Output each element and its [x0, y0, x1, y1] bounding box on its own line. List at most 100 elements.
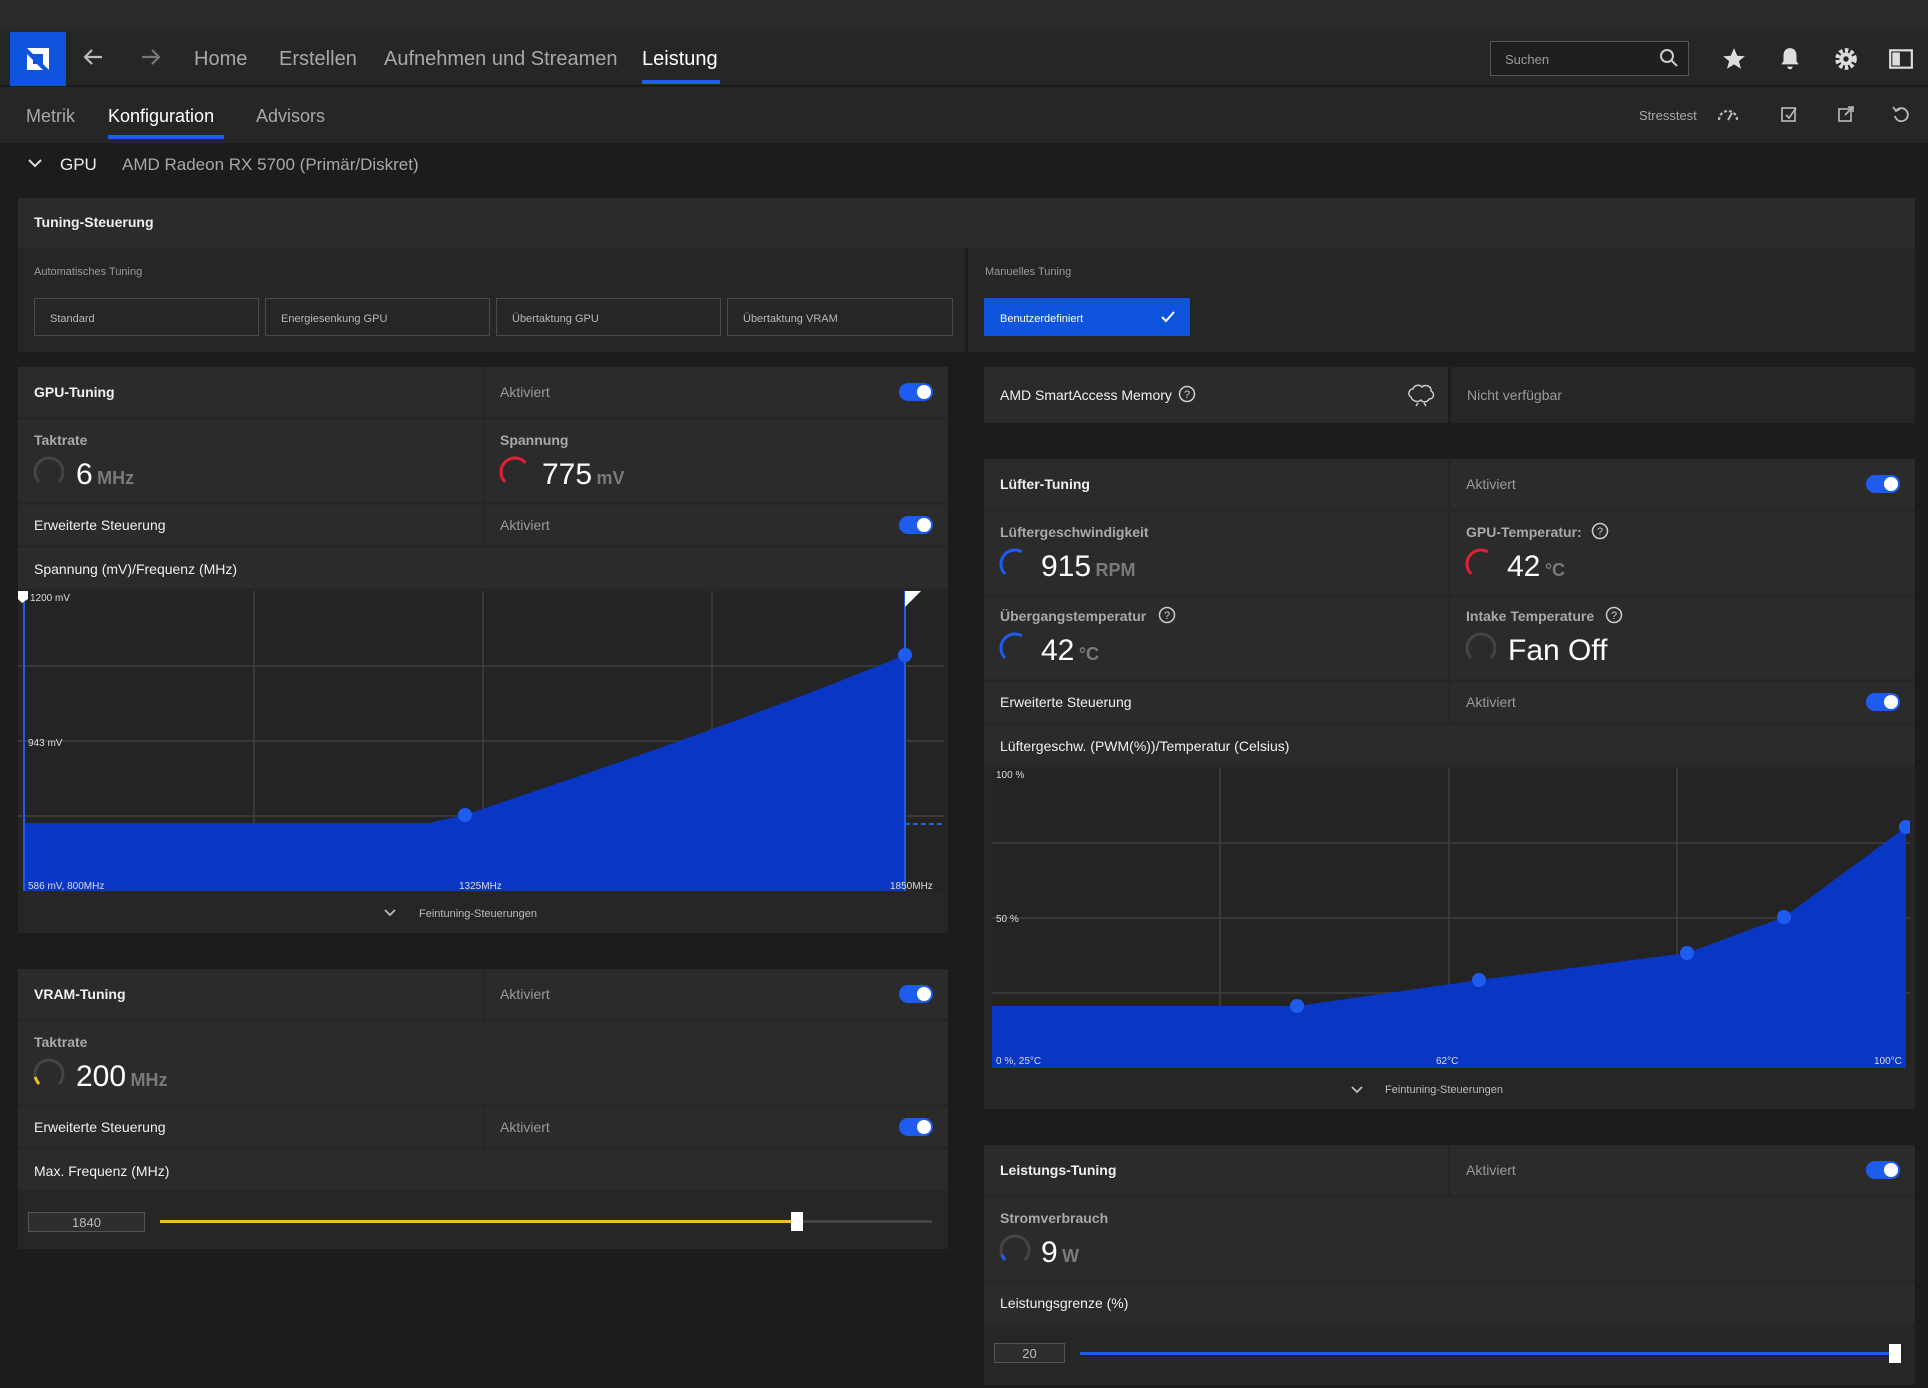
fan-advanced-status: Aktiviert	[1466, 694, 1516, 710]
fan-advanced-toggle[interactable]	[1866, 693, 1900, 711]
gpu-advanced-status: Aktiviert	[500, 517, 550, 533]
sam-status: Nicht verfügbar	[1467, 387, 1562, 403]
vf-fine-tune-chevron-icon[interactable]	[382, 905, 398, 926]
junction-label: Übergangstemperatur	[1000, 608, 1147, 624]
auto-tuning-label: Automatisches Tuning	[34, 266, 143, 278]
import-icon[interactable]	[1779, 104, 1799, 129]
intake-gauge-icon	[1464, 631, 1498, 670]
nav-record-stream[interactable]: Aufnehmen und Streamen	[384, 48, 618, 71]
power-tuning-title: Leistungs-Tuning	[1000, 1162, 1117, 1178]
vram-advanced-toggle[interactable]	[899, 1118, 933, 1136]
fan-speed-gauge-icon	[998, 547, 1032, 586]
svg-text:?: ?	[1611, 610, 1617, 622]
vram-slider-fill	[160, 1220, 797, 1223]
vf-curve-label: Spannung (mV)/Frequenz (MHz)	[34, 561, 238, 577]
gpu-label: GPU	[60, 155, 97, 174]
clock-label: Taktrate	[34, 432, 88, 448]
intake-readout: Fan Off	[1508, 634, 1608, 667]
power-slider-fill	[1080, 1352, 1895, 1355]
reset-icon[interactable]	[1891, 104, 1911, 129]
fan-fine-tune-chevron-icon[interactable]	[1349, 1082, 1365, 1103]
fan-x-right-label: 100°C	[1874, 1056, 1902, 1067]
power-tuning-toggle[interactable]	[1866, 1161, 1900, 1179]
fan-point-1	[1290, 999, 1304, 1013]
tab-active-underline	[108, 135, 224, 139]
stresstest-label[interactable]: Stresstest	[1639, 108, 1697, 123]
vram-clock-readout: 200 MHz	[76, 1060, 168, 1093]
voltage-label: Spannung	[500, 432, 569, 448]
vf-curve-chart[interactable]: 1200 mV 943 mV 586 mV, 800MHz 1325MHz 18…	[18, 591, 944, 891]
gpu-name[interactable]: AMD Radeon RX 5700 (Primär/Diskret)	[122, 155, 419, 175]
preset-standard-button[interactable]: Standard	[34, 298, 259, 336]
vram-slider-thumb[interactable]	[791, 1212, 803, 1231]
manual-tuning-label: Manuelles Tuning	[985, 266, 1072, 278]
vram-tuning-toggle[interactable]	[899, 985, 933, 1003]
fan-fine-tune-link[interactable]: Feintuning-Steuerungen	[1385, 1084, 1503, 1096]
preset-undervolt-button[interactable]: Energiesenkung GPU	[265, 298, 490, 336]
fan-tuning-toggle[interactable]	[1866, 475, 1900, 493]
vram-advanced-label: Erweiterte Steuerung	[34, 1119, 166, 1135]
gpu-collapse-chevron-icon[interactable]	[26, 154, 44, 177]
junction-gauge-icon	[998, 631, 1032, 670]
preset-overclock-gpu-button[interactable]: Übertaktung GPU	[496, 298, 721, 336]
power-draw-readout: 9 W	[1041, 1236, 1080, 1269]
stresstest-gauge-icon[interactable]	[1716, 104, 1740, 129]
tuning-control-header	[18, 198, 1915, 248]
star-icon[interactable]	[1721, 46, 1747, 77]
brain-icon	[1406, 383, 1436, 412]
gpu-temp-help-icon[interactable]: ?	[1591, 522, 1609, 545]
forward-icon[interactable]	[138, 44, 164, 75]
tuning-control-title: Tuning-Steuerung	[34, 214, 154, 230]
vf-fine-tune-link[interactable]: Feintuning-Steuerungen	[419, 908, 537, 920]
help-icon[interactable]: ?	[1178, 385, 1196, 408]
fan-tuning-status: Aktiviert	[1466, 476, 1516, 492]
gpu-advanced-status-cell	[485, 505, 948, 545]
vf-x-left-label: 586 mV, 800MHz	[28, 881, 104, 891]
sidebar-toggle-icon[interactable]	[1888, 46, 1914, 77]
fan-curve-chart[interactable]: 100 % 50 % 0 %, 25°C 62°C 100°C	[992, 768, 1910, 1068]
fan-y-top-label: 100 %	[996, 770, 1024, 781]
vram-maxfreq-input[interactable]: 1840	[28, 1212, 145, 1232]
nav-home[interactable]: Home	[194, 48, 247, 71]
junction-help-icon[interactable]: ?	[1158, 606, 1176, 629]
gpu-tuning-title: GPU-Tuning	[34, 384, 115, 400]
search-icon[interactable]	[1659, 48, 1679, 73]
power-slider-thumb[interactable]	[1889, 1344, 1901, 1363]
nav-active-underline	[642, 80, 720, 84]
vf-point-mid	[458, 808, 472, 822]
gpu-advanced-toggle[interactable]	[899, 516, 933, 534]
fan-advanced-status-cell	[1451, 682, 1915, 722]
vram-tuning-title: VRAM-Tuning	[34, 986, 126, 1002]
bell-icon[interactable]	[1777, 46, 1803, 77]
sam-label: AMD SmartAccess Memory	[1000, 387, 1172, 403]
tab-metrics[interactable]: Metrik	[26, 106, 75, 127]
vf-y-mid-label: 943 mV	[28, 738, 63, 749]
nav-performance[interactable]: Leistung	[642, 48, 718, 71]
fan-point-3	[1680, 946, 1694, 960]
power-limit-input[interactable]: 20	[994, 1343, 1065, 1363]
gear-icon[interactable]	[1833, 46, 1859, 77]
preset-overclock-vram-button[interactable]: Übertaktung VRAM	[727, 298, 953, 336]
power-draw-label: Stromverbrauch	[1000, 1210, 1109, 1226]
junction-readout: 42 °C	[1041, 634, 1100, 667]
back-icon[interactable]	[80, 44, 106, 75]
vf-x-mid-label: 1325MHz	[459, 881, 502, 891]
nav-create[interactable]: Erstellen	[279, 48, 357, 71]
fan-speed-readout: 915 RPM	[1041, 550, 1136, 583]
fan-y-mid-label: 50 %	[996, 914, 1019, 925]
gpu-tuning-toggle[interactable]	[899, 383, 933, 401]
gpu-advanced-label: Erweiterte Steuerung	[34, 517, 166, 533]
tab-advisors[interactable]: Advisors	[256, 106, 325, 127]
vram-clock-label: Taktrate	[34, 1034, 88, 1050]
power-limit-label: Leistungsgrenze (%)	[1000, 1295, 1129, 1311]
export-icon[interactable]	[1836, 104, 1856, 129]
intake-help-icon[interactable]: ?	[1605, 606, 1623, 629]
vram-advanced-status: Aktiviert	[500, 1119, 550, 1135]
fan-tuning-title: Lüfter-Tuning	[1000, 476, 1090, 492]
vram-tuning-status: Aktiviert	[500, 986, 550, 1002]
vram-maxfreq-label: Max. Frequenz (MHz)	[34, 1163, 170, 1179]
vram-tuning-status-cell	[485, 969, 948, 1019]
vf-x-right-label: 1850MHz	[890, 881, 933, 891]
amd-logo[interactable]	[10, 32, 66, 86]
tab-config[interactable]: Konfiguration	[108, 106, 214, 127]
